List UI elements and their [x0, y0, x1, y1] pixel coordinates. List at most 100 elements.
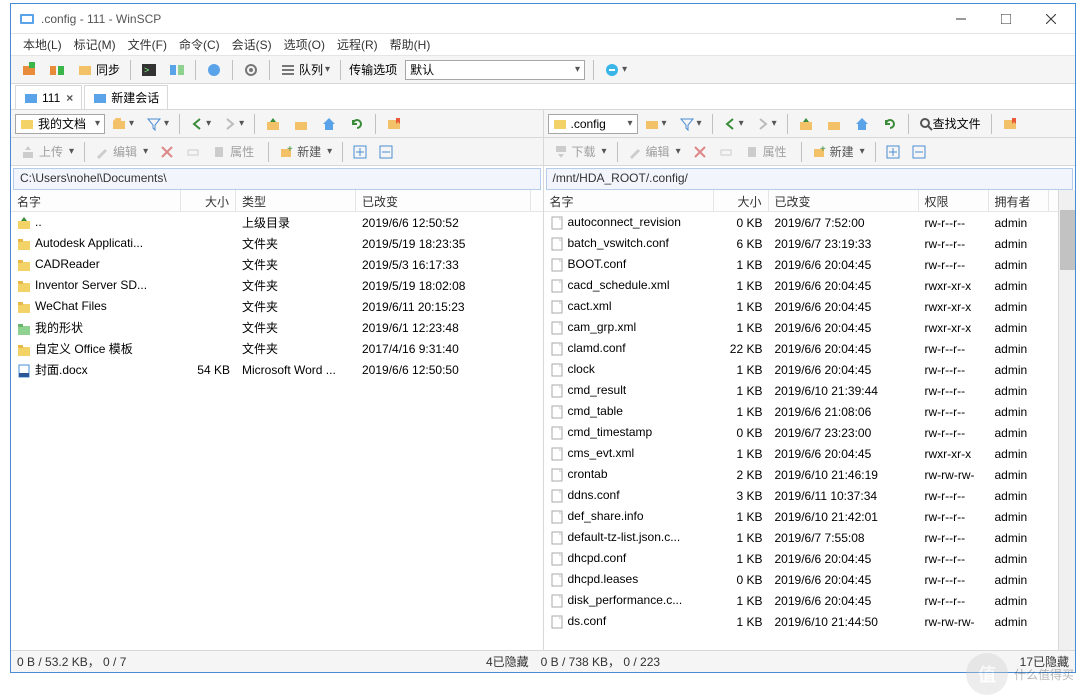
menu-item[interactable]: 本地(L)	[17, 34, 68, 55]
root-folder-icon[interactable]	[288, 113, 314, 135]
root-folder-icon[interactable]	[821, 113, 847, 135]
scrollbar[interactable]	[1058, 190, 1075, 650]
disconnect-icon[interactable]: ▾	[599, 59, 632, 81]
maximize-button[interactable]	[983, 5, 1028, 33]
filter-icon[interactable]: ▾	[674, 113, 707, 135]
file-row[interactable]: Autodesk Applicati...文件夹2019/5/19 18:23:…	[11, 233, 543, 254]
home-icon[interactable]	[849, 113, 875, 135]
column-header[interactable]: 权限	[919, 190, 989, 211]
menu-item[interactable]: 命令(C)	[173, 34, 226, 55]
file-row[interactable]: cmd_timestamp0 KB2019/6/7 23:23:00rw-r--…	[544, 422, 1059, 443]
main-toolbar: 同步 > 队列▾ 传输选项 默认 ▾	[11, 56, 1075, 84]
expand-plus-icon[interactable]	[881, 141, 905, 163]
column-header[interactable]: 名字	[11, 190, 181, 211]
transfer-preset-combo[interactable]: 默认	[405, 60, 585, 80]
file-icon	[550, 321, 564, 335]
column-header[interactable]: 类型	[236, 190, 356, 211]
file-row[interactable]: 自定义 Office 模板文件夹2017/4/16 9:31:40	[11, 338, 543, 359]
file-row[interactable]: cam_grp.xml1 KB2019/6/6 20:04:45rwxr-xr-…	[544, 317, 1059, 338]
parent-folder-icon[interactable]	[260, 113, 286, 135]
refresh-icon[interactable]	[877, 113, 903, 135]
expand-plus-icon[interactable]	[348, 141, 372, 163]
find-button[interactable]: 查找文件	[914, 113, 986, 135]
file-row[interactable]: clamd.conf22 KB2019/6/6 20:04:45rw-r--r-…	[544, 338, 1059, 359]
close-tab-icon[interactable]: ×	[66, 91, 73, 105]
file-row[interactable]: Inventor Server SD...文件夹2019/5/19 18:02:…	[11, 275, 543, 296]
refresh-icon[interactable]	[344, 113, 370, 135]
file-row[interactable]: 封面.docx54 KBMicrosoft Word ...2019/6/6 1…	[11, 359, 543, 380]
file-icon	[17, 343, 31, 357]
column-header[interactable]: 名字	[544, 190, 714, 211]
open-folder-icon[interactable]: ▾	[106, 113, 139, 135]
local-filelist[interactable]: 名字大小类型已改变 ..上级目录2019/6/6 12:50:52Autodes…	[11, 190, 543, 650]
file-icon	[550, 510, 564, 524]
gear-icon[interactable]	[238, 59, 264, 81]
compare-icon[interactable]	[164, 59, 190, 81]
new-session-icon[interactable]	[16, 59, 42, 81]
new-button[interactable]: +新建▾	[274, 141, 337, 163]
menu-item[interactable]: 会话(S)	[226, 34, 278, 55]
remote-path[interactable]: /mnt/HDA_ROOT/.config/	[546, 168, 1074, 190]
file-row[interactable]: cmd_result1 KB2019/6/10 21:39:44rw-r--r-…	[544, 380, 1059, 401]
filter-icon[interactable]: ▾	[141, 113, 174, 135]
back-icon[interactable]: ▾	[185, 113, 216, 135]
file-row[interactable]: autoconnect_revision0 KB2019/6/7 7:52:00…	[544, 212, 1059, 233]
collapse-minus-icon[interactable]	[374, 141, 398, 163]
file-row[interactable]: BOOT.conf1 KB2019/6/6 20:04:45rw-r--r--a…	[544, 254, 1059, 275]
file-row[interactable]: dhcpd.conf1 KB2019/6/6 20:04:45rw-r--r--…	[544, 548, 1059, 569]
sync-session-icon[interactable]	[44, 59, 70, 81]
file-row[interactable]: CADReader文件夹2019/5/3 16:17:33	[11, 254, 543, 275]
file-row[interactable]: ddns.conf3 KB2019/6/11 10:37:34rw-r--r--…	[544, 485, 1059, 506]
transfer-settings-icon[interactable]	[201, 59, 227, 81]
home-icon[interactable]	[316, 113, 342, 135]
column-header[interactable]: 大小	[181, 190, 236, 211]
column-header[interactable]: 拥有者	[989, 190, 1049, 211]
remote-panel: .config▾ ▾ ▾ ▾ ▾ 查找文件 下载▾ 编辑▾	[544, 110, 1076, 650]
remote-dir-combo[interactable]: .config▾	[548, 114, 638, 134]
menu-item[interactable]: 文件(F)	[122, 34, 173, 55]
file-row[interactable]: default-tz-list.json.c...1 KB2019/6/7 7:…	[544, 527, 1059, 548]
file-icon	[17, 237, 31, 251]
bookmark-icon[interactable]	[381, 113, 407, 135]
file-row[interactable]: WeChat Files文件夹2019/6/11 20:15:23	[11, 296, 543, 317]
local-path[interactable]: C:\Users\nohel\Documents\	[13, 168, 541, 190]
file-row[interactable]: disk_performance.c...1 KB2019/6/6 20:04:…	[544, 590, 1059, 611]
local-hidden: 4已隐藏	[486, 653, 529, 670]
file-row[interactable]: ds.conf1 KB2019/6/10 21:44:50rw-rw-rw-ad…	[544, 611, 1059, 632]
file-row[interactable]: ..上级目录2019/6/6 12:50:52	[11, 212, 543, 233]
back-icon[interactable]: ▾	[718, 113, 749, 135]
file-row[interactable]: def_share.info1 KB2019/6/10 21:42:01rw-r…	[544, 506, 1059, 527]
parent-folder-icon[interactable]	[793, 113, 819, 135]
console-icon[interactable]: >	[136, 59, 162, 81]
file-row[interactable]: batch_vswitch.conf6 KB2019/6/7 23:19:33r…	[544, 233, 1059, 254]
file-row[interactable]: cacd_schedule.xml1 KB2019/6/6 20:04:45rw…	[544, 275, 1059, 296]
remote-filelist[interactable]: 名字大小已改变权限拥有者 autoconnect_revision0 KB201…	[544, 190, 1059, 650]
new-button[interactable]: +新建▾	[807, 141, 870, 163]
local-dir-combo[interactable]: 我的文档▾	[15, 114, 105, 134]
session-tab[interactable]: 新建会话	[84, 85, 168, 109]
file-row[interactable]: dhcpd.leases0 KB2019/6/6 20:04:45rw-r--r…	[544, 569, 1059, 590]
queue-button[interactable]: 队列▾	[275, 59, 335, 81]
file-row[interactable]: cact.xml1 KB2019/6/6 20:04:45rwxr-xr-xad…	[544, 296, 1059, 317]
file-icon	[17, 216, 31, 230]
column-header[interactable]: 大小	[714, 190, 769, 211]
menu-item[interactable]: 选项(O)	[278, 34, 331, 55]
open-folder-icon[interactable]: ▾	[639, 113, 672, 135]
minimize-button[interactable]	[938, 5, 983, 33]
menu-item[interactable]: 远程(R)	[331, 34, 384, 55]
session-tab[interactable]: 111×	[15, 85, 82, 109]
collapse-minus-icon[interactable]	[907, 141, 931, 163]
menu-item[interactable]: 帮助(H)	[384, 34, 437, 55]
file-row[interactable]: 我的形状文件夹2019/6/1 12:23:48	[11, 317, 543, 338]
file-row[interactable]: cmd_table1 KB2019/6/6 21:08:06rw-r--r--a…	[544, 401, 1059, 422]
column-header[interactable]: 已改变	[356, 190, 531, 211]
sync-button[interactable]: 同步	[72, 59, 125, 81]
menu-item[interactable]: 标记(M)	[68, 34, 122, 55]
column-header[interactable]: 已改变	[769, 190, 919, 211]
bookmark-icon[interactable]	[997, 113, 1023, 135]
titlebar[interactable]: .config - 111 - WinSCP	[11, 4, 1075, 34]
file-row[interactable]: cms_evt.xml1 KB2019/6/6 20:04:45rwxr-xr-…	[544, 443, 1059, 464]
file-row[interactable]: clock1 KB2019/6/6 20:04:45rw-r--r--admin	[544, 359, 1059, 380]
file-row[interactable]: crontab2 KB2019/6/10 21:46:19rw-rw-rw-ad…	[544, 464, 1059, 485]
close-button[interactable]	[1028, 5, 1073, 33]
